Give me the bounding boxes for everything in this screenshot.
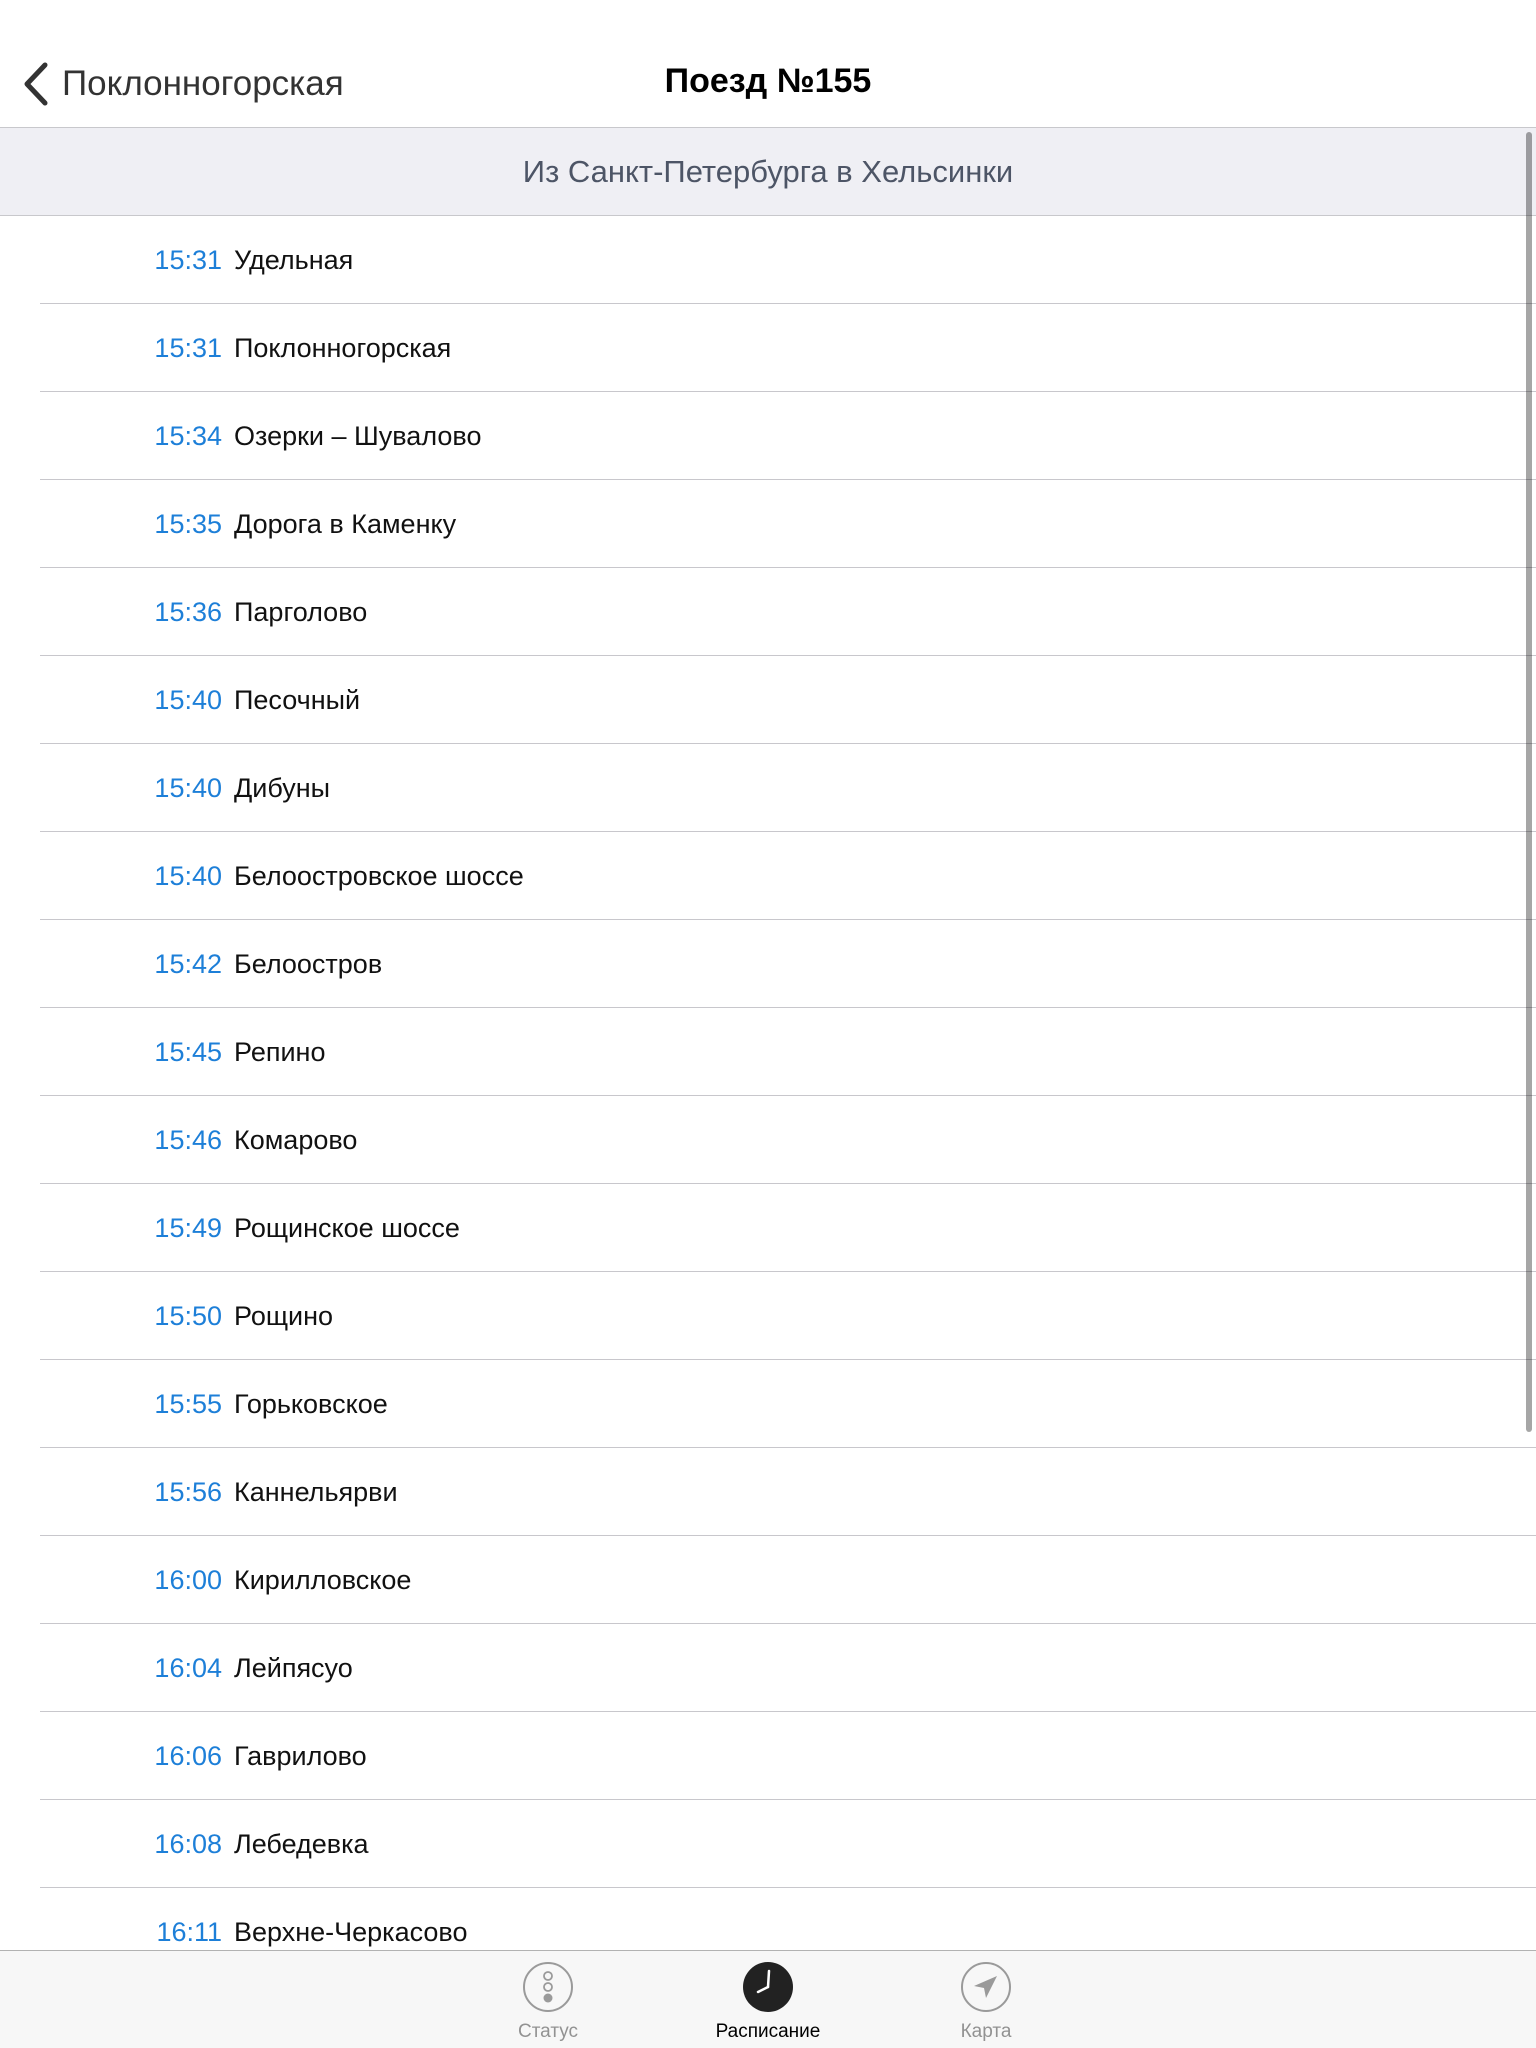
stop-row[interactable]: 16:06 Гаврилово <box>0 1712 1536 1800</box>
stop-name: Удельная <box>234 245 354 275</box>
stop-name: Репино <box>234 1037 326 1067</box>
stop-name: Поклонногорская <box>234 333 452 363</box>
stop-time: 15:46 <box>154 1125 222 1155</box>
stop-time: 15:55 <box>154 1389 222 1419</box>
stop-row[interactable]: 15:42 Белоостров <box>0 920 1536 1008</box>
stop-time: 15:40 <box>154 685 222 715</box>
stop-row[interactable]: 15:36 Парголово <box>0 568 1536 656</box>
stop-name: Дорога в Каменку <box>234 509 457 539</box>
tab-bar: Статус Расписание Карта <box>0 1950 1536 2048</box>
stop-row[interactable]: 15:31 Поклонногорская <box>0 304 1536 392</box>
stop-time: 15:42 <box>154 949 222 979</box>
stop-row[interactable]: 15:45 Репино <box>0 1008 1536 1096</box>
tab-status[interactable]: Статус <box>468 1961 628 2048</box>
stop-time: 16:00 <box>154 1565 222 1595</box>
stop-row[interactable]: 15:34 Озерки – Шувалово <box>0 392 1536 480</box>
stop-time: 15:45 <box>154 1037 222 1067</box>
stop-time: 15:31 <box>154 333 222 363</box>
tab-schedule-label: Расписание <box>715 2021 821 2042</box>
stop-name: Парголово <box>234 597 368 627</box>
stop-time: 15:40 <box>154 861 222 891</box>
stop-name: Дибуны <box>234 773 331 803</box>
stop-name: Песочный <box>234 685 361 715</box>
stop-name: Кирилловское <box>234 1565 412 1595</box>
stop-name: Белоостров <box>234 949 383 979</box>
stop-time: 16:11 <box>156 1917 222 1947</box>
stop-row[interactable]: 16:08 Лебедевка <box>0 1800 1536 1888</box>
stop-name: Каннельярви <box>234 1477 398 1507</box>
app-screen: Поклонногорская Поезд №155 Из Санкт-Пете… <box>0 0 1536 2048</box>
stop-row[interactable]: 15:49 Рощинское шоссе <box>0 1184 1536 1272</box>
stop-time: 15:34 <box>154 421 222 451</box>
stop-time: 16:04 <box>154 1653 222 1683</box>
stop-name: Лейпясуо <box>234 1653 353 1683</box>
stop-row[interactable]: 16:04 Лейпясуо <box>0 1624 1536 1712</box>
stop-name: Гаврилово <box>234 1741 367 1771</box>
route-section-header: Из Санкт-Петербурга в Хельсинки <box>0 128 1536 216</box>
stop-row[interactable]: 15:50 Рощино <box>0 1272 1536 1360</box>
stop-row[interactable]: 15:35 Дорога в Каменку <box>0 480 1536 568</box>
stop-name: Рощино <box>234 1301 334 1331</box>
traffic-light-icon <box>523 1962 573 2012</box>
tab-status-label: Статус <box>517 2021 579 2042</box>
stop-time: 15:49 <box>154 1213 222 1243</box>
stop-time: 15:56 <box>154 1477 222 1507</box>
scroll-indicator[interactable] <box>1526 132 1532 1432</box>
stop-time: 16:06 <box>154 1741 222 1771</box>
stop-name: Горьковское <box>234 1389 388 1419</box>
stop-name: Комарово <box>234 1125 358 1155</box>
stop-time: 15:35 <box>154 509 222 539</box>
stop-name: Лебедевка <box>234 1829 369 1859</box>
navigation-bar: Поклонногорская Поезд №155 <box>0 0 1536 128</box>
stop-time: 15:40 <box>154 773 222 803</box>
stop-row[interactable]: 16:11 Верхне-Черкасово <box>0 1888 1536 1950</box>
stop-time: 16:08 <box>154 1829 222 1859</box>
stop-row[interactable]: 15:31 Удельная <box>0 216 1536 304</box>
stop-time: 15:36 <box>154 597 222 627</box>
stop-list[interactable]: 15:31 Удельная 15:31 Поклонногорская 15:… <box>0 216 1536 1950</box>
stop-name: Озерки – Шувалово <box>234 421 482 451</box>
stop-time: 15:50 <box>154 1301 222 1331</box>
tab-map[interactable]: Карта <box>906 1961 1066 2048</box>
page-title: Поезд №155 <box>664 62 872 100</box>
stop-row[interactable]: 16:00 Кирилловское <box>0 1536 1536 1624</box>
tab-schedule[interactable]: Расписание <box>688 1961 848 2048</box>
stop-time: 15:31 <box>154 245 222 275</box>
tab-map-label: Карта <box>960 2021 1012 2042</box>
stop-name: Верхне-Черкасово <box>234 1917 468 1947</box>
location-arrow-icon <box>961 1962 1011 2012</box>
stop-row[interactable]: 15:56 Каннельярви <box>0 1448 1536 1536</box>
stop-row[interactable]: 15:40 Белоостровское шоссе <box>0 832 1536 920</box>
stop-row[interactable]: 15:55 Горьковское <box>0 1360 1536 1448</box>
stop-row[interactable]: 15:40 Песочный <box>0 656 1536 744</box>
stop-row[interactable]: 15:46 Комарово <box>0 1096 1536 1184</box>
stop-name: Белоостровское шоссе <box>234 861 524 891</box>
stop-row[interactable]: 15:40 Дибуны <box>0 744 1536 832</box>
stop-name: Рощинское шоссе <box>234 1213 460 1243</box>
clock-icon <box>743 1962 793 2012</box>
